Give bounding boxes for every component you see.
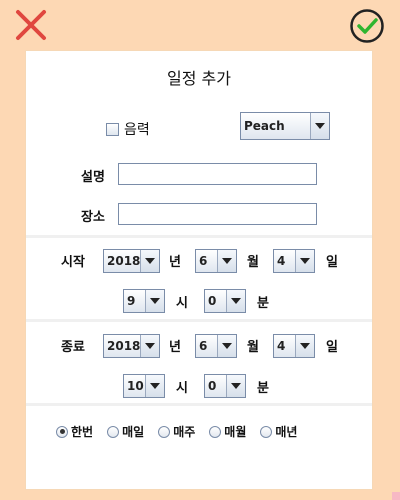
month-unit: 월 [247, 255, 259, 270]
end-year-value: 2018 [107, 339, 141, 353]
start-month-select[interactable]: 6 [195, 249, 237, 273]
radio-button[interactable] [158, 425, 171, 438]
close-icon [16, 10, 46, 40]
repeat-option-weekly[interactable]: 매주 [158, 423, 195, 440]
location-label: 장소 [81, 210, 105, 225]
radio-button[interactable] [209, 425, 222, 438]
repeat-radio-group: 한번 매일 매주 매월 매년 [56, 423, 297, 440]
lunar-label: 음력 [124, 122, 150, 138]
divider [26, 319, 372, 322]
start-day-select[interactable]: 4 [273, 249, 315, 273]
end-label: 종료 [61, 340, 85, 355]
radio-label: 매월 [224, 425, 247, 439]
day-unit: 일 [326, 340, 338, 355]
day-unit: 일 [326, 255, 338, 270]
end-minute-select[interactable]: 0 [204, 374, 246, 398]
end-day-select[interactable]: 4 [273, 334, 315, 358]
top-bar [0, 0, 400, 50]
confirm-button[interactable] [349, 8, 385, 44]
chevron-down-icon[interactable] [226, 290, 245, 312]
radio-label: 매년 [275, 425, 298, 439]
end-hour-select[interactable]: 10 [123, 374, 165, 398]
repeat-option-monthly[interactable]: 매월 [209, 423, 246, 440]
lunar-checkbox[interactable]: 음력 [106, 119, 150, 139]
end-hour-value: 10 [127, 379, 144, 393]
description-label: 설명 [81, 170, 105, 185]
radio-selected-dot [59, 429, 65, 434]
chevron-down-icon[interactable] [295, 250, 314, 272]
radio-label: 매일 [122, 425, 145, 439]
chevron-down-icon[interactable] [145, 375, 164, 397]
radio-button[interactable] [107, 425, 120, 438]
start-hour-select[interactable]: 9 [123, 289, 165, 313]
resize-grip[interactable] [392, 492, 400, 500]
start-minute-select[interactable]: 0 [204, 289, 246, 313]
start-month-value: 6 [199, 254, 208, 268]
start-day-value: 4 [277, 254, 286, 268]
end-month-select[interactable]: 6 [195, 334, 237, 358]
start-label: 시작 [61, 255, 85, 270]
minute-unit: 분 [257, 381, 269, 396]
color-select-value: Peach [244, 119, 285, 133]
divider [26, 235, 372, 238]
chevron-down-icon[interactable] [217, 335, 236, 357]
repeat-option-daily[interactable]: 매일 [107, 423, 144, 440]
repeat-option-yearly[interactable]: 매년 [260, 423, 297, 440]
repeat-option-once[interactable]: 한번 [56, 423, 93, 440]
start-hour-value: 9 [127, 294, 136, 308]
chevron-down-icon[interactable] [217, 250, 236, 272]
start-year-select[interactable]: 2018 [103, 249, 160, 273]
description-field[interactable] [118, 163, 317, 185]
radio-button[interactable] [260, 425, 273, 438]
chevron-down-icon[interactable] [310, 113, 329, 139]
chevron-down-icon[interactable] [226, 375, 245, 397]
month-unit: 월 [247, 340, 259, 355]
check-circle-icon [350, 9, 384, 43]
divider [26, 403, 372, 406]
end-minute-value: 0 [208, 379, 217, 393]
radio-button[interactable] [56, 425, 68, 438]
radio-label: 매주 [173, 425, 196, 439]
chevron-down-icon[interactable] [145, 290, 164, 312]
color-select[interactable]: Peach [240, 112, 330, 140]
radio-label: 한번 [71, 425, 94, 439]
minute-unit: 분 [257, 296, 269, 311]
year-unit: 년 [169, 255, 181, 270]
start-minute-value: 0 [208, 294, 217, 308]
start-year-value: 2018 [107, 254, 141, 268]
close-button[interactable] [14, 8, 48, 42]
hour-unit: 시 [176, 381, 188, 396]
hour-unit: 시 [176, 296, 188, 311]
chevron-down-icon[interactable] [140, 250, 159, 272]
end-year-select[interactable]: 2018 [103, 334, 160, 358]
dialog-title: 일정 추가 [167, 69, 231, 88]
event-form-panel: 일정 추가 음력 Peach 설명 장소 시작 2018 년 6 월 4 일 9… [25, 50, 373, 490]
location-field[interactable] [118, 203, 317, 225]
end-day-value: 4 [277, 339, 286, 353]
year-unit: 년 [169, 340, 181, 355]
chevron-down-icon[interactable] [140, 335, 159, 357]
checkbox-box[interactable] [106, 122, 119, 136]
chevron-down-icon[interactable] [295, 335, 314, 357]
end-month-value: 6 [199, 339, 208, 353]
